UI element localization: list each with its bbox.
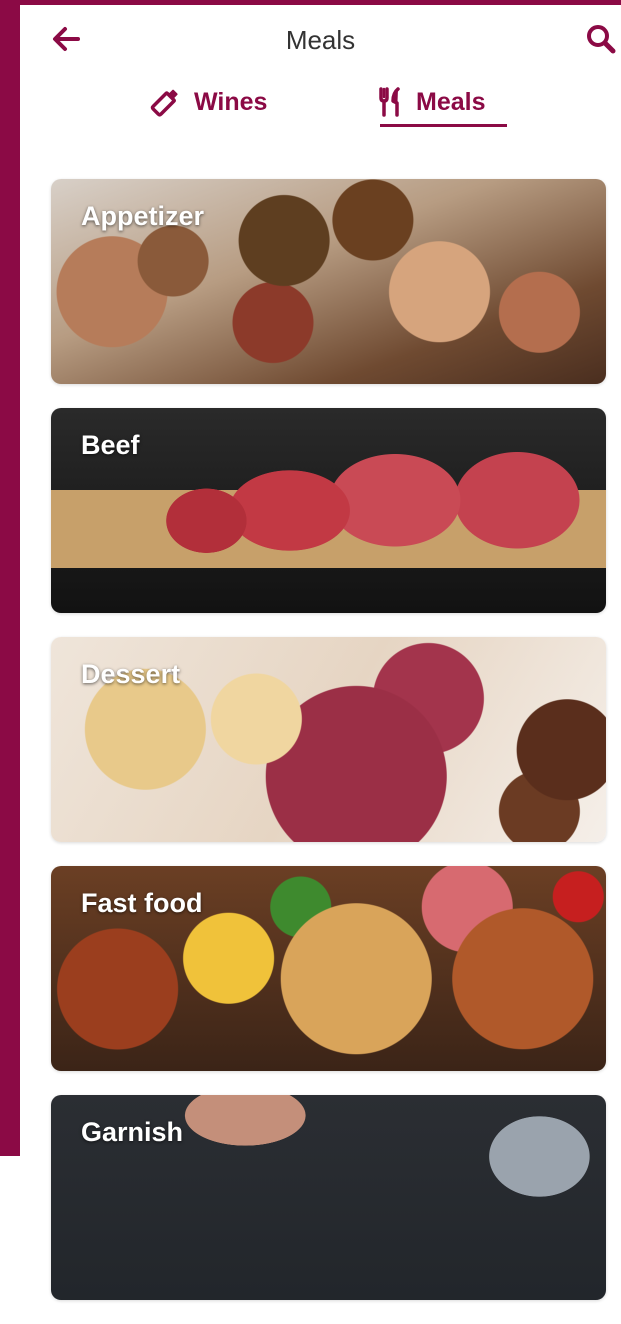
tab-wines[interactable]: Wines — [150, 77, 267, 127]
category-label: Beef — [81, 430, 140, 460]
app-header: Meals — [20, 5, 621, 73]
category-card-fast-food[interactable]: Fast food — [51, 866, 606, 1071]
tab-wines-label: Wines — [194, 87, 268, 116]
page-title: Meals — [285, 25, 356, 55]
active-tab-indicator — [380, 124, 507, 127]
category-label: Dessert — [81, 659, 181, 689]
category-card-beef[interactable]: Beef — [51, 408, 606, 613]
category-tabs: Wines Meals — [20, 77, 621, 133]
category-card-dessert[interactable]: Dessert — [51, 637, 606, 842]
tab-meals[interactable]: Meals — [378, 77, 485, 127]
category-card-appetizer[interactable]: Appetizer — [51, 179, 606, 384]
category-label: Appetizer — [81, 201, 205, 231]
left-frame-border — [0, 0, 20, 1156]
search-button[interactable] — [581, 21, 621, 57]
meal-category-list: Appetizer Beef Dessert Fast food Garnish — [51, 179, 606, 1324]
category-label: Fast food — [81, 888, 203, 918]
search-icon — [587, 25, 616, 54]
category-card-garnish[interactable]: Garnish — [51, 1095, 606, 1300]
app-screen: Meals Wines Meals Appetizer Beef Dessert… — [20, 5, 621, 1300]
fork-knife-icon — [379, 87, 400, 117]
category-label: Garnish — [81, 1117, 184, 1147]
tab-meals-label: Meals — [416, 87, 486, 116]
wine-bottle-icon — [150, 89, 178, 117]
